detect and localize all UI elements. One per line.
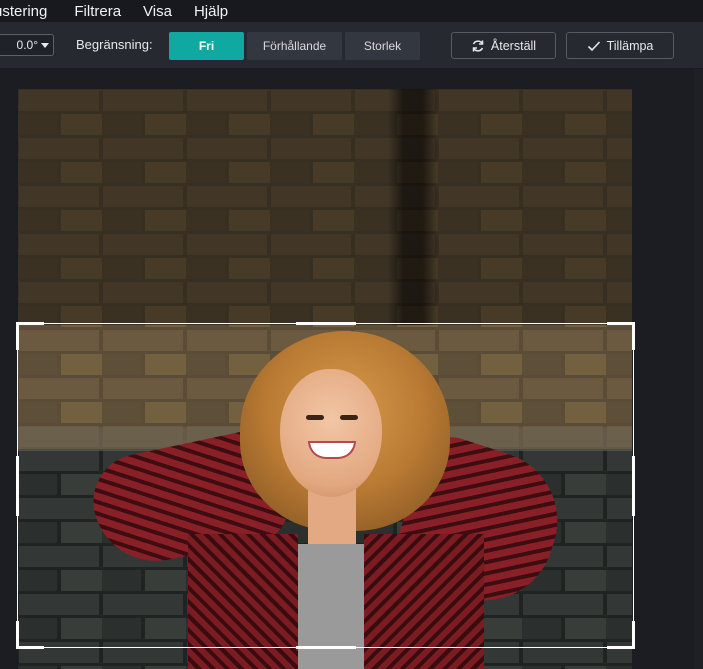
crop-toolbar: 0.0° Begränsning: Fri Förhållande Storle… [0, 22, 703, 69]
menu-justering[interactable]: ustering [0, 3, 74, 20]
crop-handle-top-right[interactable] [607, 322, 635, 325]
crop-handle-bottom-right[interactable] [607, 646, 635, 649]
vertical-scrollbar[interactable] [694, 69, 703, 669]
checkmark-icon [587, 40, 601, 52]
constraint-ratio-button[interactable]: Förhållande [247, 32, 342, 60]
crop-handle-left[interactable] [16, 456, 19, 516]
crop-handle-right[interactable] [632, 456, 635, 516]
menu-filtrera[interactable]: Filtrera [74, 3, 143, 20]
apply-button[interactable]: Tillämpa [566, 32, 674, 59]
crop-selection[interactable] [16, 322, 635, 649]
reset-label: Återställ [490, 38, 537, 53]
constraint-size-button[interactable]: Storlek [345, 32, 420, 60]
constraint-free-label: Fri [198, 39, 215, 53]
crop-handle-bottom-left[interactable] [16, 646, 44, 649]
limit-label: Begränsning: [76, 37, 153, 52]
chevron-down-icon [41, 42, 49, 48]
angle-dropdown[interactable]: 0.0° [0, 34, 54, 56]
constraint-free-button[interactable]: Fri [169, 32, 244, 60]
constraint-ratio-label: Förhållande [262, 39, 327, 53]
constraint-size-label: Storlek [363, 39, 402, 53]
menu-visa[interactable]: Visa [143, 3, 194, 20]
crop-handle-top-left[interactable] [16, 322, 44, 325]
crop-outside-dim [18, 89, 632, 325]
apply-label: Tillämpa [606, 38, 654, 53]
menu-bar: ustering Filtrera Visa Hjälp [0, 0, 703, 22]
crop-handle-top[interactable] [296, 322, 356, 325]
crop-handle-bottom-left-v[interactable] [16, 621, 19, 649]
crop-handle-top-left-v[interactable] [16, 322, 19, 350]
crop-handle-bottom[interactable] [296, 646, 356, 649]
reset-button[interactable]: Återställ [451, 32, 556, 59]
crop-handle-bottom-right-v[interactable] [632, 621, 635, 649]
angle-value: 0.0° [16, 38, 38, 52]
crop-handle-top-right-v[interactable] [632, 322, 635, 350]
reset-icon [471, 39, 485, 53]
menu-hjalp[interactable]: Hjälp [194, 3, 250, 20]
